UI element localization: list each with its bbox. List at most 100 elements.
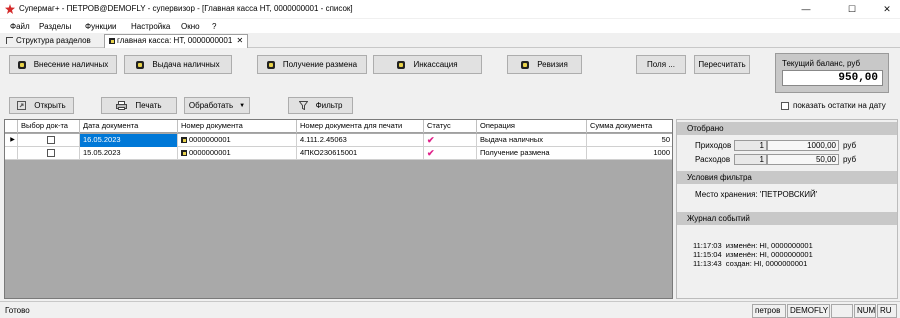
fields-button[interactable]: Поля ...: [636, 55, 686, 74]
print-button[interactable]: Печать: [101, 97, 177, 114]
print-number-cell[interactable]: 4.111.2.45063: [297, 134, 424, 147]
document-icon: [181, 137, 187, 143]
menu-file[interactable]: Файл: [10, 22, 30, 31]
select-checkbox[interactable]: [47, 149, 55, 157]
column-header[interactable]: Статус: [424, 120, 477, 133]
doc-number-cell[interactable]: 0000000001: [178, 147, 297, 160]
operation-cell[interactable]: Выдача наличных: [477, 134, 587, 147]
incoming-count: 1: [734, 140, 767, 151]
balance-label: Текущий баланс, руб: [782, 59, 861, 68]
menu-settings[interactable]: Настройка: [131, 22, 170, 31]
status-check-icon[interactable]: ✔: [424, 134, 477, 147]
grid-header: Выбор док-та Дата документа Номер докуме…: [5, 120, 672, 133]
operation-cell[interactable]: Получение размена: [477, 147, 587, 160]
collection-button[interactable]: Инкассация: [373, 55, 482, 74]
status-database: DEMOFLY: [787, 304, 830, 318]
date-cell[interactable]: 16.05.2023: [80, 134, 178, 147]
open-icon: [17, 101, 27, 110]
column-header[interactable]: Номер документа: [178, 120, 297, 133]
printer-icon: [116, 101, 128, 110]
maximize-button[interactable]: ☐: [843, 2, 861, 16]
show-remainders-label: показать остатки на дату: [793, 101, 886, 110]
recalculate-button[interactable]: Пересчитать: [694, 55, 750, 74]
button-label: Фильтр: [315, 101, 343, 110]
tab-label: главная касса: НТ, 0000000001: [117, 36, 233, 45]
select-cell[interactable]: [18, 147, 80, 160]
open-button[interactable]: Открыть: [9, 97, 74, 114]
event-log-header: Журнал событий: [677, 212, 897, 225]
column-header[interactable]: Дата документа: [80, 120, 178, 133]
filter-button[interactable]: Фильтр: [288, 97, 353, 114]
deposit-cash-button[interactable]: Внесение наличных: [9, 55, 117, 74]
app-icon: [5, 4, 15, 14]
outgoing-currency: руб: [843, 155, 857, 164]
outgoing-label: Расходов: [695, 155, 731, 164]
receive-change-button[interactable]: Получение размена: [257, 55, 367, 74]
date-cell[interactable]: 15.05.2023: [80, 147, 178, 160]
row-indicator: [5, 147, 18, 160]
status-empty-pane: [831, 304, 853, 318]
outgoing-sum: 50,00: [767, 154, 839, 165]
audit-button[interactable]: Ревизия: [507, 55, 582, 74]
doc-number-cell[interactable]: 0000000001: [178, 134, 297, 147]
minimize-button[interactable]: —: [797, 2, 815, 16]
doc-number: 0000000001: [189, 135, 231, 144]
cash-icon: [266, 60, 275, 69]
balance-box: Текущий баланс, руб 950,00: [775, 53, 889, 93]
status-bar: Готово петров DEMOFLY NUM RU: [0, 301, 900, 318]
column-header[interactable]: Операция: [477, 120, 587, 133]
print-number-cell[interactable]: 4ПКО230615001: [297, 147, 424, 160]
withdraw-cash-button[interactable]: Выдача наличных: [124, 55, 232, 74]
column-header[interactable]: Номер документа для печати: [297, 120, 424, 133]
cash-icon: [17, 60, 26, 69]
menu-window[interactable]: Окно: [181, 22, 200, 31]
menu-bar: Файл Разделы Функции Настройка Окно ?: [0, 19, 900, 33]
title-bar: Супермаг+ - ПЕТРОВ@DEMOFLY - супервизор …: [0, 0, 900, 18]
event-log-line: 11:13:43 создан: НI, 0000000001: [693, 259, 808, 268]
filter-conditions-text: Место хранения: 'ПЕТРОВСКИЙ': [695, 190, 818, 199]
show-remainders-checkbox[interactable]: [781, 102, 789, 110]
tab-label: Структура разделов: [16, 36, 91, 45]
tab-main-cash[interactable]: главная касса: НТ, 0000000001 ✕: [104, 34, 249, 48]
tab-close-icon[interactable]: ✕: [237, 36, 244, 45]
menu-functions[interactable]: Функции: [85, 22, 117, 31]
select-cell[interactable]: [18, 134, 80, 147]
menu-sections[interactable]: Разделы: [39, 22, 71, 31]
cash-icon: [136, 60, 145, 69]
incoming-currency: руб: [843, 141, 857, 150]
cash-icon: [521, 60, 530, 69]
sum-cell[interactable]: 50: [587, 134, 672, 147]
table-row[interactable]: 15.05.2023 0000000001 4ПКО230615001 ✔ По…: [5, 147, 672, 160]
button-label: Ревизия: [537, 60, 568, 69]
button-label: Выдача наличных: [152, 60, 220, 69]
status-check-icon[interactable]: ✔: [424, 147, 477, 160]
event-log-line: 11:17:03 изменён: НI, 0000000001: [693, 241, 813, 250]
balance-value: 950,00: [782, 70, 883, 86]
table-row[interactable]: ▶ 16.05.2023 0000000001 4.111.2.45063 ✔ …: [5, 134, 672, 147]
cashbox-icon: [109, 38, 115, 44]
row-indicator-icon: ▶: [5, 134, 18, 147]
button-label: Получение размена: [282, 60, 358, 69]
select-checkbox[interactable]: [47, 136, 55, 144]
documents-grid: Выбор док-та Дата документа Номер докуме…: [4, 119, 673, 299]
button-label: Печать: [135, 101, 162, 110]
tab-sections-structure[interactable]: Структура разделов: [2, 35, 95, 48]
summary-panel: Отобрано Приходов 1 1000,00 руб Расходов…: [676, 119, 898, 299]
process-dropdown-button[interactable]: Обработать ▼: [184, 97, 250, 114]
column-header[interactable]: Выбор док-та: [18, 120, 80, 133]
selected-header: Отобрано: [677, 122, 897, 135]
column-header[interactable]: Сумма документа: [587, 120, 672, 133]
chevron-down-icon: ▼: [239, 102, 246, 109]
incoming-sum: 1000,00: [767, 140, 839, 151]
grid-corner: [5, 120, 18, 133]
button-label: Внесение наличных: [33, 60, 109, 69]
window-title: Супермаг+ - ПЕТРОВ@DEMOFLY - супервизор …: [19, 4, 353, 13]
outgoing-count: 1: [734, 154, 767, 165]
event-log-line: 11:15:04 изменён: НI, 0000000001: [693, 250, 813, 259]
doc-number: 0000000001: [189, 148, 231, 157]
close-button[interactable]: ✕: [878, 2, 896, 16]
menu-help[interactable]: ?: [212, 22, 216, 31]
status-numlock: NUM: [854, 304, 876, 318]
cash-icon: [397, 60, 406, 69]
sum-cell[interactable]: 1000: [587, 147, 672, 160]
